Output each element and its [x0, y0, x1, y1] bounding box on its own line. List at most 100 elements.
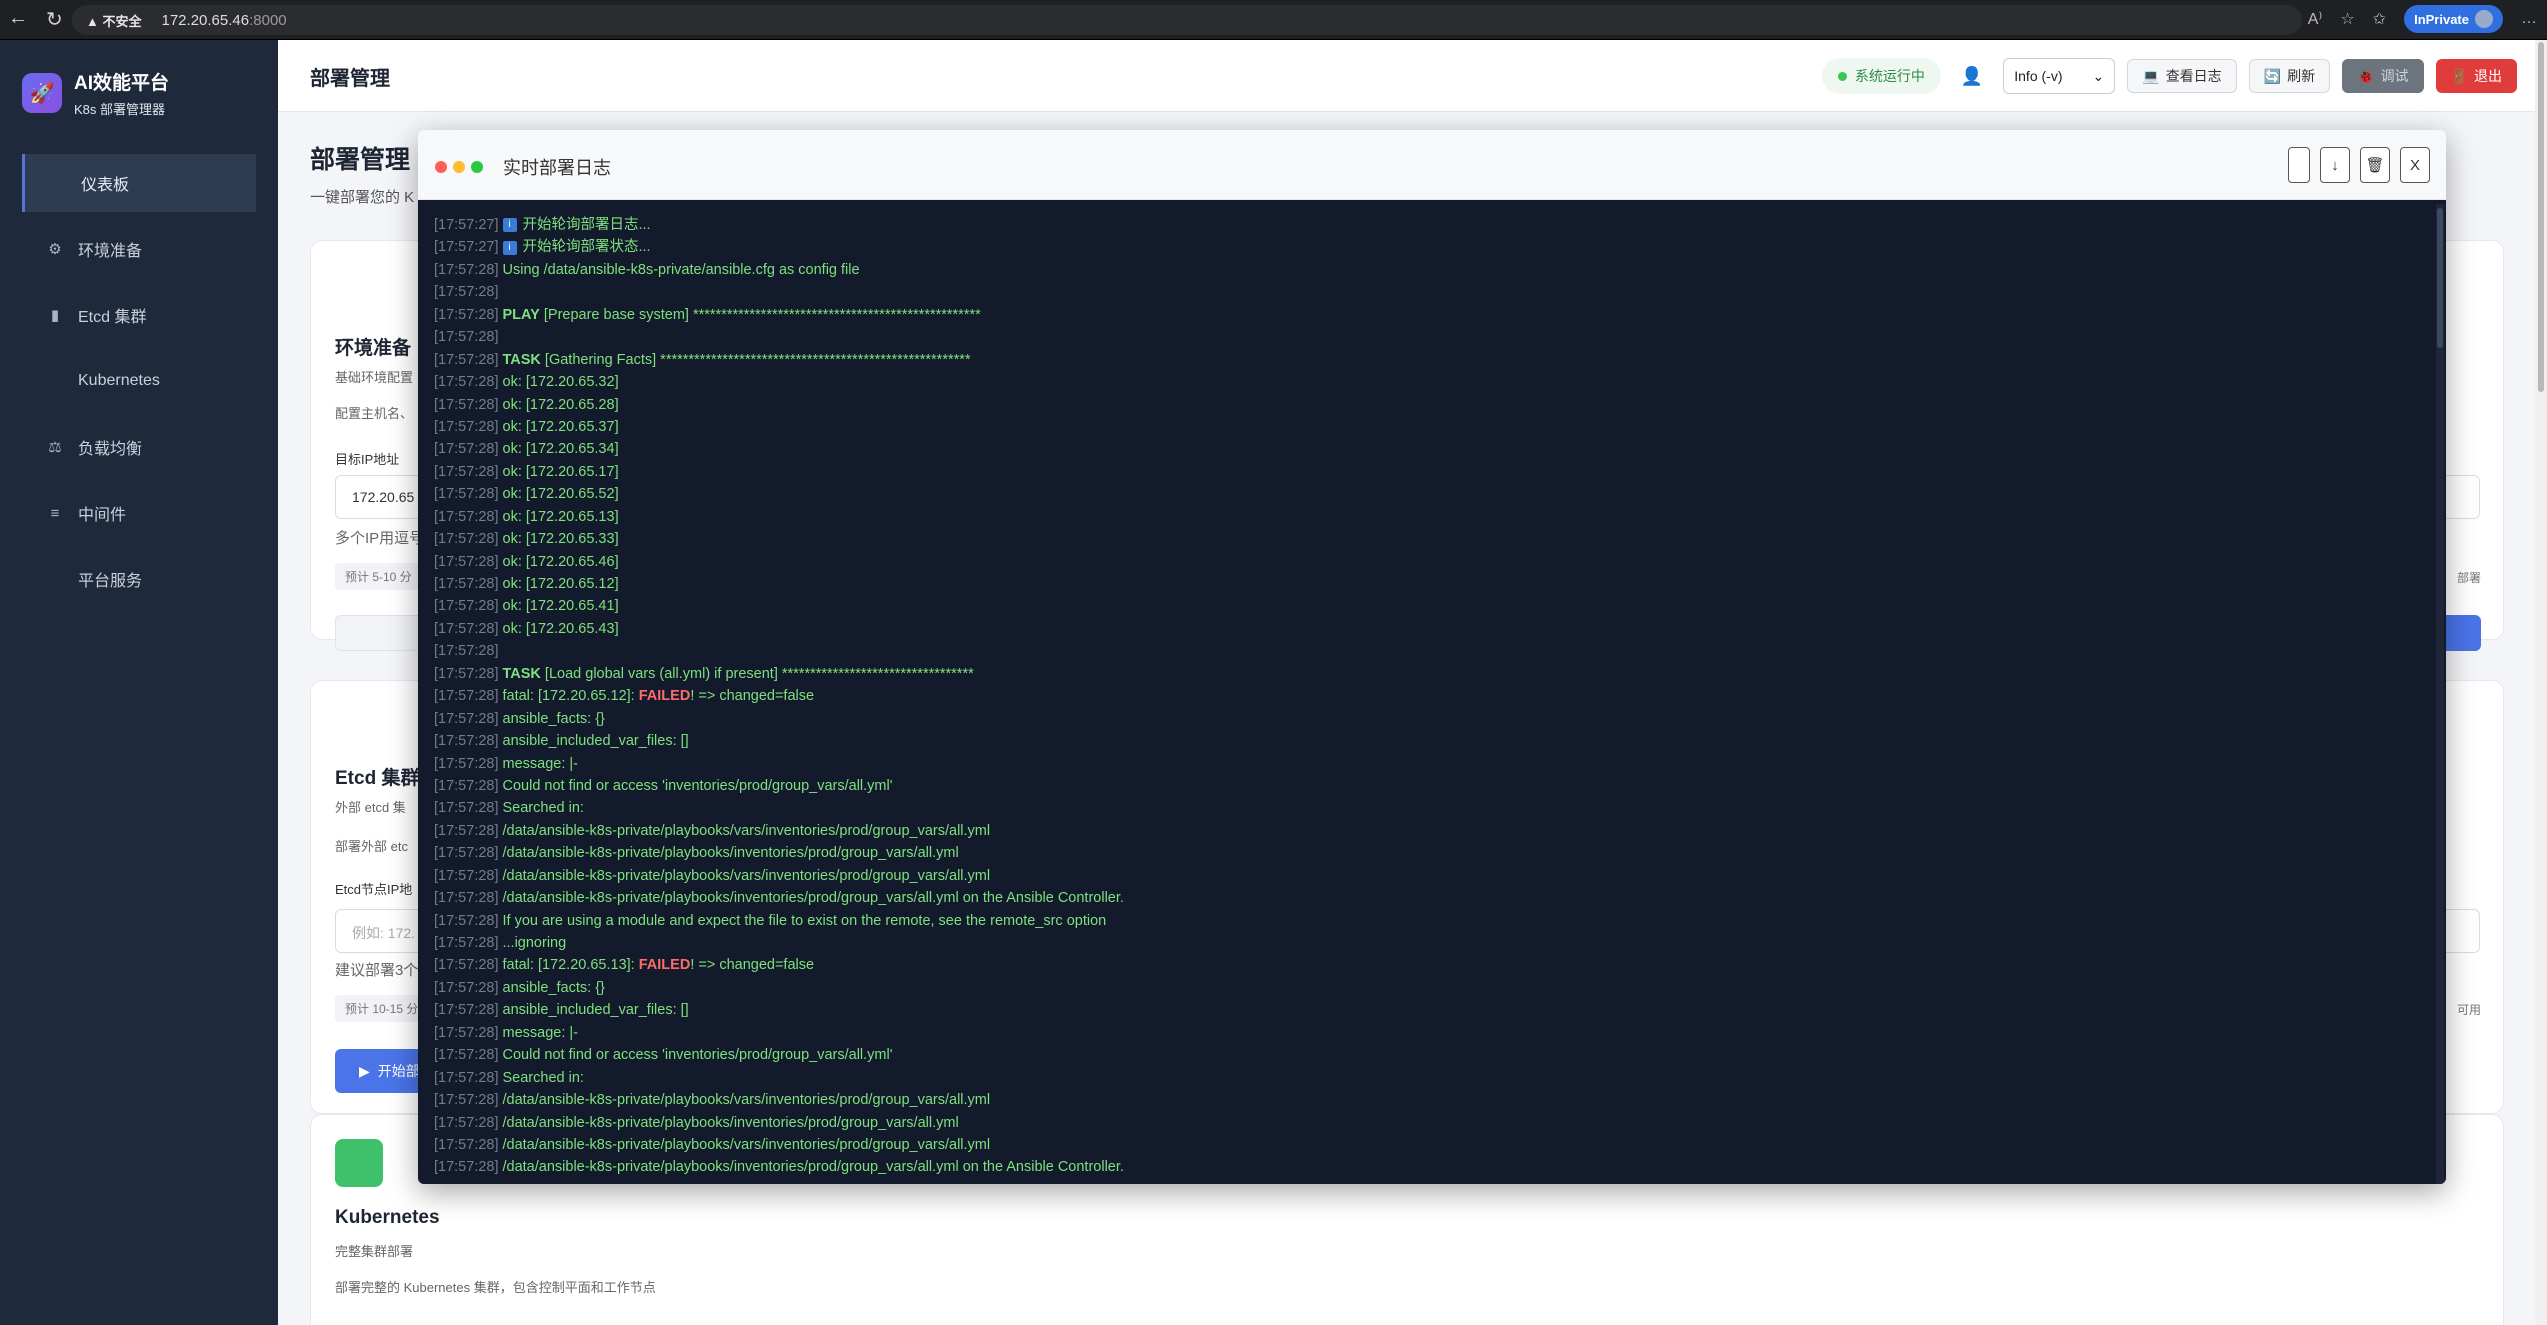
security-warning-icon[interactable]: ▲ 不安全 [86, 11, 142, 30]
log-timestamp: [17:57:28] [434, 306, 499, 323]
log-line: [17:57:28] message: |- [434, 753, 2446, 775]
sidebar-item-label: 负载均衡 [78, 441, 143, 458]
sidebar-item-platform[interactable]: 平台服务 [22, 550, 256, 608]
pause-log-button[interactable] [2288, 147, 2310, 183]
log-text: /data/ansible-k8s-private/playbooks/inve… [502, 1159, 1124, 1176]
log-line: [17:57:28] ansible_facts: {} [434, 708, 2446, 730]
log-timestamp: [17:57:28] [434, 890, 499, 907]
ip-label: 目标IP地址 [335, 452, 400, 467]
log-text: 开始轮询部署日志... [522, 217, 651, 233]
clear-log-button[interactable]: 🗑 [2360, 147, 2390, 183]
log-text: /data/ansible-k8s-private/playbooks/vars… [502, 1136, 991, 1153]
log-scrollbar[interactable] [2436, 204, 2444, 1184]
log-line: [17:57:28] ok: [172.20.65.52] [434, 483, 2446, 505]
logout-label: 退出 [2474, 68, 2502, 84]
logout-button[interactable]: 🚪 退出 [2435, 59, 2517, 93]
url-text: 172.20.65.46:8000 [162, 12, 287, 29]
log-timestamp: [17:57:28] [434, 598, 499, 615]
log-text: message: |- [502, 1024, 579, 1041]
log-level-value: Info (-v) [2014, 68, 2063, 84]
log-line: [17:57:28] ansible_included_var_files: [] [434, 730, 2446, 752]
log-text: ok: [172.20.65.17] [502, 463, 619, 480]
env-card-desc: 基础环境配置 [335, 370, 414, 385]
log-line: [17:57:28] ok: [172.20.65.12] [434, 573, 2446, 595]
log-failed: FAILED [638, 688, 691, 705]
favorite-star-icon[interactable]: ☆ [2340, 9, 2354, 29]
log-text: ok: [172.20.65.43] [502, 620, 619, 637]
refresh-label: 刷新 [2287, 68, 2316, 84]
chevron-down-icon: ⌄ [2092, 67, 2105, 84]
page-scrollbar[interactable] [2535, 40, 2547, 1325]
close-modal-button[interactable]: X [2400, 147, 2430, 183]
status-badge: 系统运行中 [1821, 58, 1941, 94]
log-text: ansible_included_var_files: [] [502, 733, 689, 750]
gear-icon: ⚙ [48, 241, 62, 258]
log-text: /data/ansible-k8s-private/playbooks/vars… [502, 822, 991, 839]
log-timestamp: [17:57:28] [434, 508, 499, 525]
k8s-card-detail: 部署完整的 Kubernetes 集群，包含控制平面和工作节点 [335, 1280, 656, 1295]
log-text: ansible_facts: {} [502, 710, 605, 727]
sidebar-item-middleware[interactable]: ≡ 中间件 [22, 484, 256, 542]
sidebar-item-kubernetes[interactable]: Kubernetes [22, 352, 256, 410]
log-console[interactable]: [17:57:27] i 开始轮询部署日志... [17:57:27] i 开始轮询部署状… [418, 200, 2446, 1184]
user-icon[interactable]: 👤 [1961, 66, 1983, 87]
log-text: 开始轮询部署状态... [522, 239, 651, 256]
log-text: ...ignoring [502, 935, 567, 951]
inprivate-label: InPrivate [2414, 11, 2469, 27]
log-text: Searched in: [502, 800, 584, 817]
reload-icon[interactable]: ↻ [46, 7, 63, 32]
log-text: ok: [172.20.65.41] [502, 598, 619, 615]
sidebar-item-dashboard[interactable]: 仪表板 [22, 154, 256, 212]
log-line: [17:57:28] [434, 640, 2446, 662]
log-line: [17:57:28] ok: [172.20.65.33] [434, 528, 2446, 550]
window-close-dot-icon[interactable] [435, 161, 447, 173]
log-line: [17:57:28] Could not find or access 'inve… [434, 775, 2446, 797]
log-text: ansible_included_var_files: [] [502, 1002, 689, 1019]
more-menu-icon[interactable]: … [2521, 10, 2537, 28]
etcd-hint: 建议部署3个 [335, 962, 419, 979]
log-text: ok: [172.20.65.32] [502, 374, 619, 391]
log-line: [17:57:28]/data/ansible-k8s-private/play… [434, 887, 2446, 909]
debug-button[interactable]: 🐞 调试 [2342, 59, 2424, 93]
log-line: [17:57:28] Searched in: [434, 1067, 2446, 1089]
log-level-select[interactable]: Info (-v) ⌄ [2003, 58, 2116, 94]
log-text: ok: [172.20.65.37] [502, 418, 619, 435]
page-scrollbar-thumb[interactable] [2538, 42, 2544, 392]
log-timestamp: [17:57:28] [434, 822, 499, 839]
log-text: Could not find or access 'inventories/pr… [502, 777, 893, 794]
log-text: ok: [172.20.65.33] [502, 531, 619, 548]
sidebar-item-etcd[interactable]: ▮ Etcd 集群 [22, 286, 256, 344]
log-timestamp: [17:57:28] [434, 800, 499, 817]
refresh-button[interactable]: 🔄 刷新 [2248, 59, 2331, 93]
log-timestamp: [17:57:28] [434, 665, 499, 682]
sidebar-item-loadbalancer[interactable]: ⚖ 负载均衡 [22, 418, 256, 476]
inprivate-badge[interactable]: InPrivate [2404, 5, 2503, 33]
read-aloud-icon[interactable]: A⁾ [2308, 9, 2323, 29]
log-line: [17:57:28]/data/ansible-k8s-private/play… [434, 842, 2446, 864]
log-timestamp: [17:57:28] [434, 620, 499, 637]
log-line: [17:57:27] i 开始轮询部署日志... [434, 214, 2446, 236]
address-bar[interactable]: ▲ 不安全 172.20.65.46:8000 [72, 5, 2302, 35]
log-scrollbar-thumb[interactable] [2437, 208, 2443, 348]
log-line: [17:57:28] fatal: [172.20.65.13]: FAILED!… [434, 954, 2446, 976]
window-minimize-dot-icon[interactable] [453, 161, 465, 173]
window-maximize-dot-icon[interactable] [471, 161, 483, 173]
log-text: message: |- [502, 755, 579, 772]
eta-chip: 预计 5-10 分 [335, 563, 422, 590]
log-line: [17:57:28] ...ignoring [434, 932, 2446, 954]
sidebar-item-env[interactable]: ⚙ 环境准备 [22, 220, 256, 278]
top-header: 部署管理 系统运行中 👤 Info (-v) ⌄ 💻 查看日志 🔄 刷新 🐞 调… [278, 40, 2547, 112]
env-card-title: 环境准备 [335, 338, 412, 359]
page-subtitle: 一键部署您的 K [310, 189, 415, 206]
log-timestamp: [17:57:28] [434, 845, 499, 862]
collections-icon[interactable]: ✩ [2373, 9, 2386, 29]
log-text: ansible_facts: {} [502, 979, 605, 996]
log-text: ok: [172.20.65.46] [502, 553, 619, 570]
sidebar-item-label: 中间件 [78, 507, 127, 524]
log-timestamp: [17:57:28] [434, 1136, 499, 1153]
log-timestamp: [17:57:28] [434, 1002, 499, 1019]
view-logs-button[interactable]: 💻 查看日志 [2127, 59, 2237, 93]
back-icon[interactable]: ← [8, 7, 28, 32]
sidebar-item-label: 环境准备 [78, 243, 143, 260]
scroll-bottom-button[interactable]: ↓ [2320, 147, 2350, 183]
